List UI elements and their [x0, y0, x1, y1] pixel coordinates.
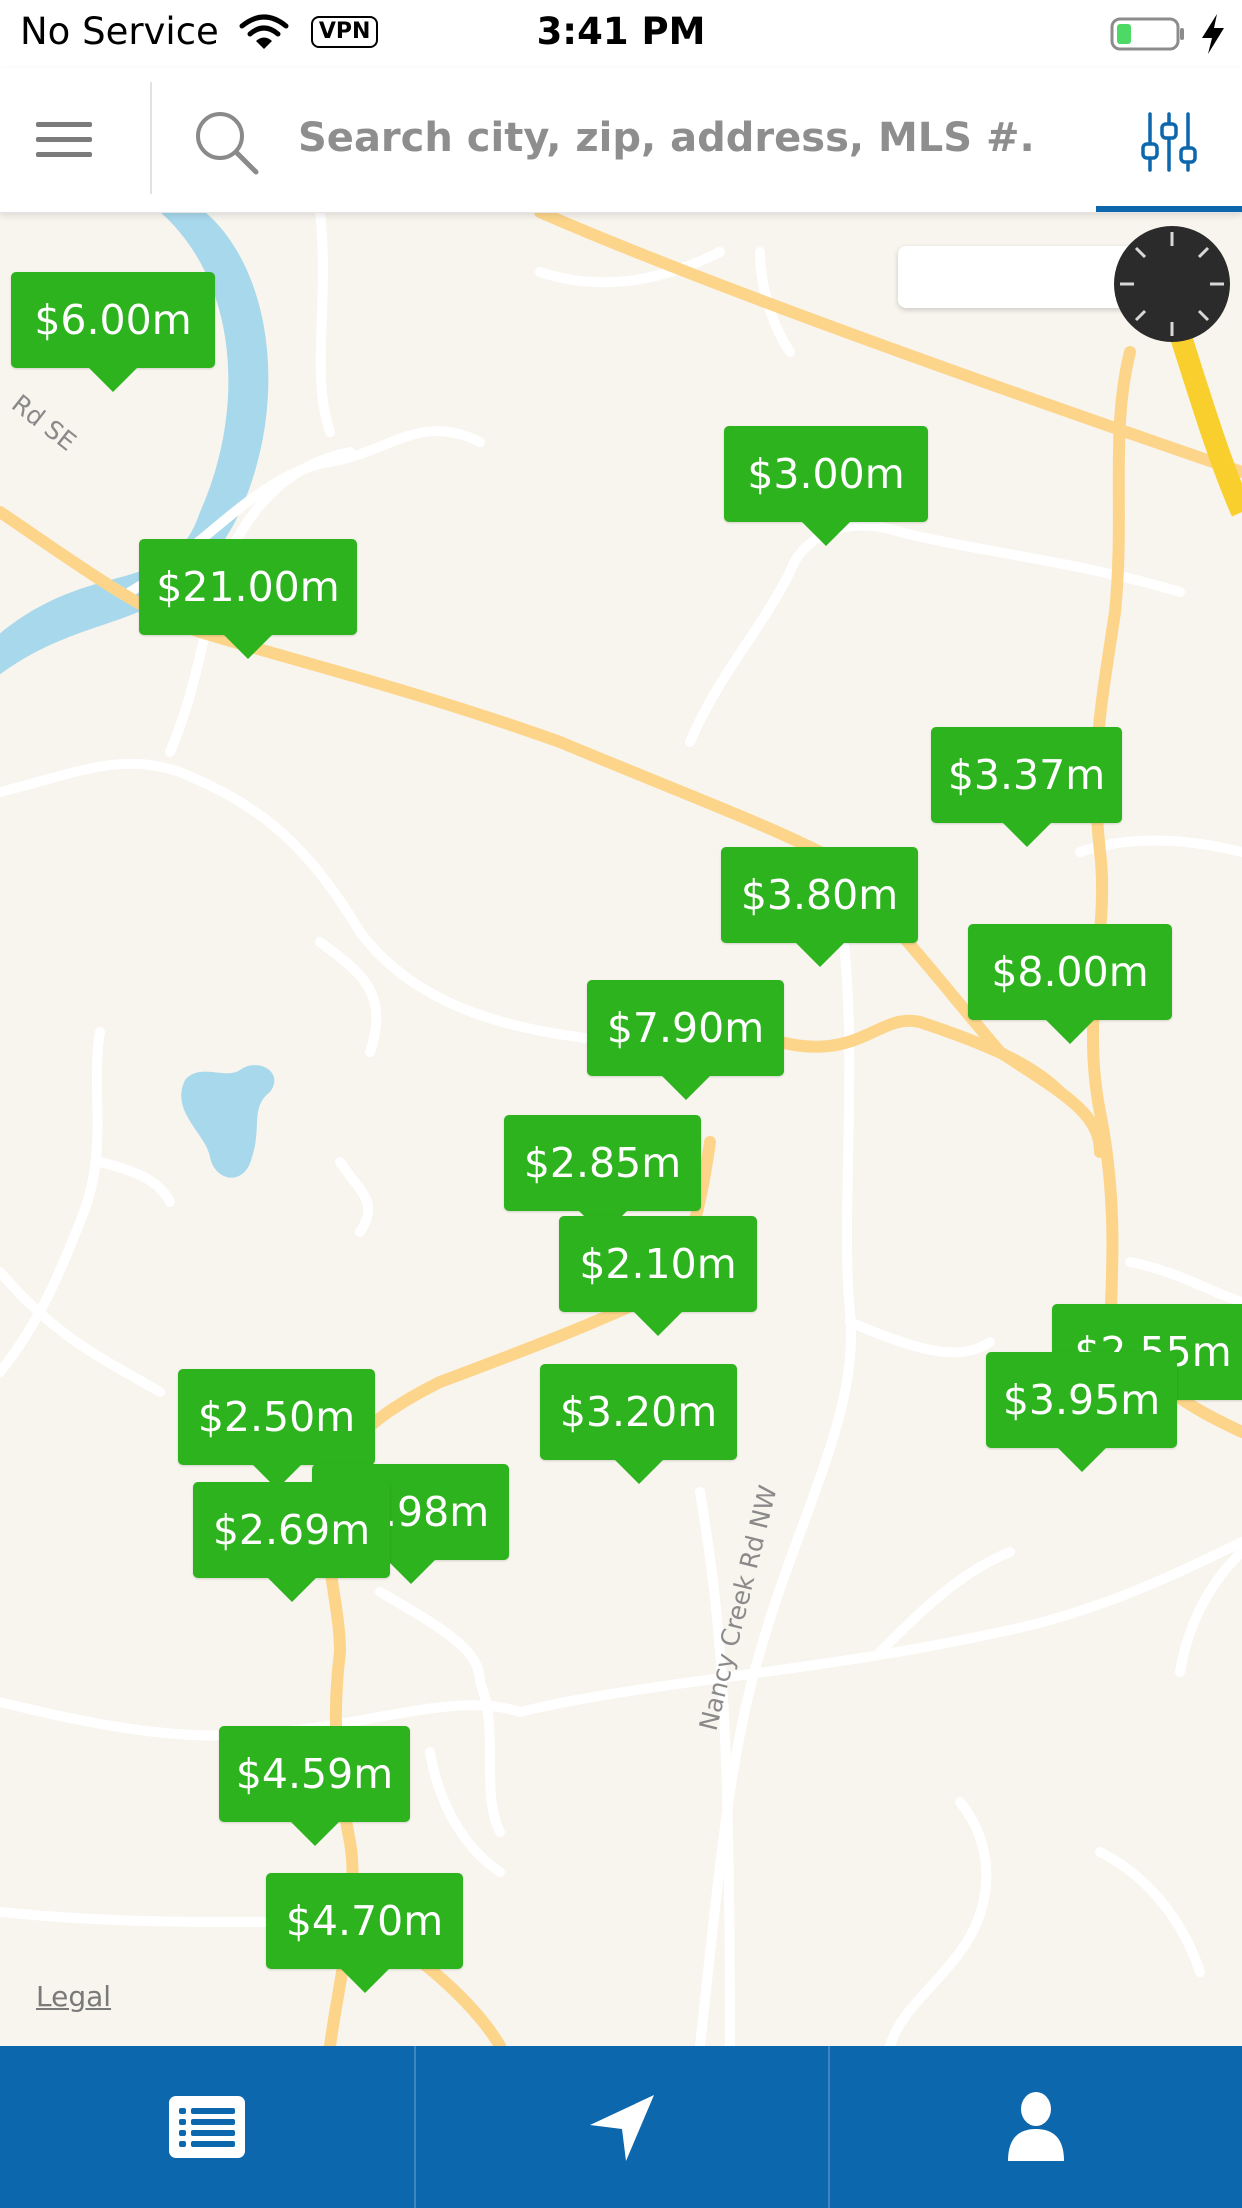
legal-link[interactable]: Legal — [36, 1980, 111, 2013]
status-bar: No Service VPN 3:41 PM — [0, 0, 1242, 68]
search-input[interactable] — [296, 104, 1040, 172]
price-pin[interactable]: $7.90m — [587, 980, 784, 1100]
search-divider — [150, 82, 152, 194]
price-pin[interactable]: $2.69m — [193, 1482, 390, 1602]
location-arrow-icon — [590, 2095, 654, 2161]
map-view[interactable]: Rd SE Nancy Creek Rd NW $6.00m $3.00m $2… — [0, 212, 1242, 2046]
tab-nearby[interactable] — [414, 2046, 828, 2208]
filter-sliders-icon — [1141, 112, 1197, 172]
battery-icon — [1110, 17, 1184, 51]
price-pin[interactable]: $21.00m — [139, 539, 357, 659]
menu-button[interactable] — [30, 108, 96, 172]
charging-bolt-icon — [1202, 14, 1224, 54]
price-pin[interactable]: $2.10m — [559, 1216, 757, 1336]
wifi-icon — [239, 14, 289, 49]
price-pin[interactable]: $8.00m — [968, 924, 1172, 1044]
tab-account[interactable] — [828, 2046, 1242, 2208]
price-pin[interactable]: $3.20m — [540, 1364, 737, 1484]
filter-button[interactable] — [1096, 68, 1242, 212]
price-pin[interactable]: $3.00m — [724, 426, 928, 546]
price-pin[interactable]: $4.59m — [219, 1726, 410, 1846]
status-left-group: No Service VPN — [20, 10, 379, 53]
search-icon — [196, 112, 259, 175]
price-pin[interactable]: $3.37m — [931, 727, 1122, 847]
search-bar — [0, 68, 1242, 213]
carrier-label: No Service — [20, 10, 219, 53]
compass-icon[interactable] — [1110, 222, 1234, 346]
vpn-icon: VPN — [310, 15, 379, 48]
price-pin[interactable]: $3.80m — [721, 847, 918, 967]
list-icon — [169, 2096, 245, 2158]
user-icon — [1008, 2092, 1064, 2161]
price-pin[interactable]: $2.85m — [504, 1115, 701, 1235]
road-label-rd-se: Rd SE — [6, 389, 81, 457]
pond — [181, 1065, 275, 1178]
price-pin[interactable]: $6.00m — [11, 272, 215, 392]
price-pin[interactable]: $3.95m — [986, 1352, 1177, 1472]
filter-active-indicator — [1096, 206, 1242, 212]
price-pin[interactable]: $2.50m — [178, 1369, 375, 1489]
price-pin[interactable]: $4.70m — [266, 1873, 463, 1993]
bottom-tab-bar — [0, 2046, 1242, 2208]
tab-list[interactable] — [0, 2046, 414, 2208]
